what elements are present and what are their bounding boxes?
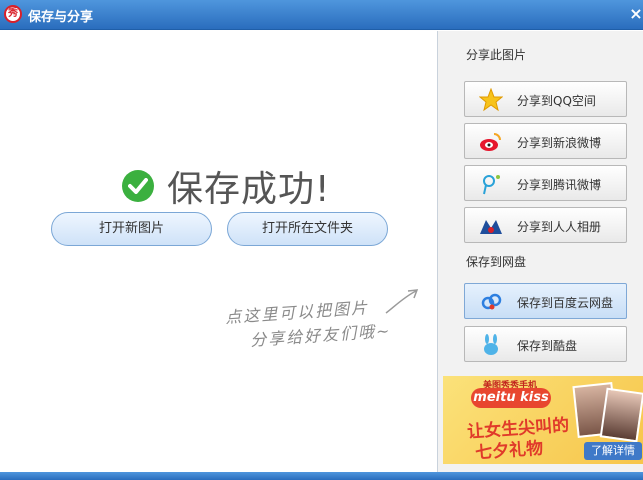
share-renren-button[interactable]: 分享到人人相册 xyxy=(464,207,627,243)
promo-banner[interactable]: 美图秀秀手机 meitu kiss 让女生尖叫的 七夕礼物 了解详情 xyxy=(443,376,643,464)
kupan-rabbit-icon xyxy=(484,334,498,355)
baidu-cloud-icon xyxy=(481,293,502,310)
renren-icon xyxy=(480,220,502,234)
tencent-weibo-icon xyxy=(483,175,500,195)
checkmark-icon xyxy=(122,170,154,202)
share-sina-weibo-button[interactable]: 分享到新浪微博 xyxy=(464,123,627,159)
promo-slogan-line2: 七夕礼物 xyxy=(474,438,544,464)
promo-photo xyxy=(599,387,643,443)
share-sidebar: 分享此图片 分享到QQ空间 分享到新浪微博 分享到腾讯微博 分享到人人相册 保存… xyxy=(438,31,643,472)
share-section-label: 分享此图片 xyxy=(466,48,527,62)
save-baidu-cloud-label: 保存到百度云网盘 xyxy=(517,296,614,310)
share-qzone-label: 分享到QQ空间 xyxy=(517,94,596,108)
save-section-label: 保存到网盘 xyxy=(466,255,527,269)
share-tencent-weibo-label: 分享到腾讯微博 xyxy=(517,178,602,192)
share-sina-weibo-label: 分享到新浪微博 xyxy=(517,136,602,150)
close-button[interactable]: × xyxy=(629,3,643,25)
share-renren-label: 分享到人人相册 xyxy=(517,220,602,234)
success-message: 保存成功! xyxy=(167,169,331,210)
open-new-image-button[interactable]: 打开新图片 xyxy=(51,212,212,246)
promo-details-button[interactable]: 了解详情 xyxy=(584,442,642,460)
open-folder-button[interactable]: 打开所在文件夹 xyxy=(227,212,388,246)
share-qzone-button[interactable]: 分享到QQ空间 xyxy=(464,81,627,117)
hint-arrow-icon xyxy=(385,289,419,314)
share-tencent-weibo-button[interactable]: 分享到腾讯微博 xyxy=(464,165,627,201)
window-title: 保存与分享 xyxy=(28,10,94,25)
title-bar: 秀 保存与分享 × xyxy=(0,0,643,30)
save-baidu-cloud-button[interactable]: 保存到百度云网盘 xyxy=(464,283,627,319)
qzone-star-icon xyxy=(479,88,503,112)
save-kupan-label: 保存到酷盘 xyxy=(517,339,578,353)
promo-logo: meitu kiss xyxy=(471,388,551,408)
status-bar xyxy=(0,472,643,480)
sina-weibo-icon xyxy=(480,133,501,151)
save-kupan-button[interactable]: 保存到酷盘 xyxy=(464,326,627,362)
app-logo-icon: 秀 xyxy=(4,5,22,23)
main-panel: 保存成功! 打开新图片 打开所在文件夹 点这里可以把图片 分享给好友们哦~ xyxy=(0,31,437,472)
